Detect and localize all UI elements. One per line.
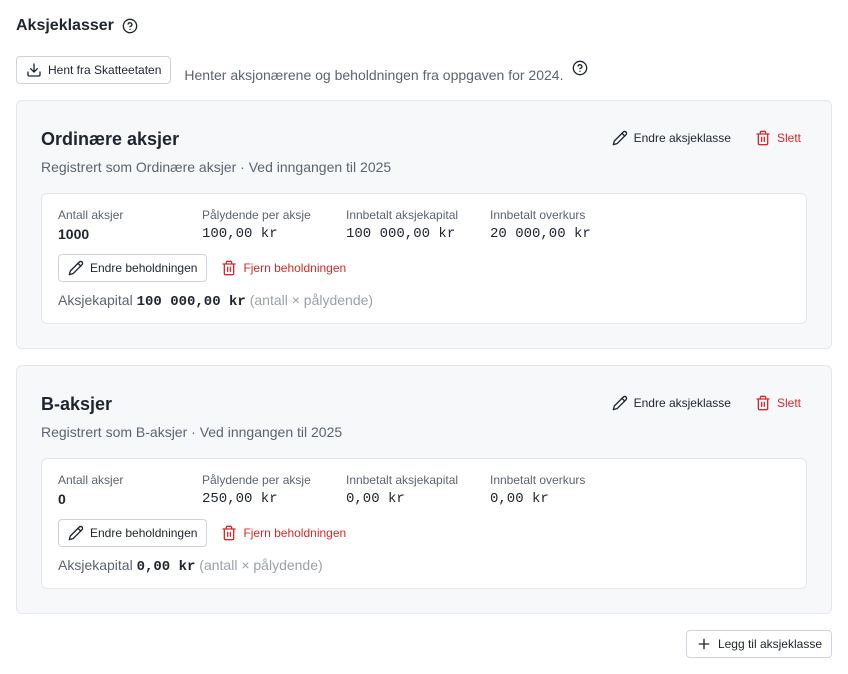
- field-value: 0,00 kr: [346, 491, 405, 507]
- share-class-actions: Endre aksjeklasse Slett: [612, 130, 801, 146]
- delete-share-class-label: Slett: [776, 396, 801, 410]
- help-circle-icon[interactable]: [122, 18, 138, 34]
- delete-share-class-button[interactable]: Slett: [755, 395, 801, 411]
- page-title: Aksjeklasser: [16, 17, 114, 34]
- capital-note: (antall × pålydende): [199, 557, 323, 573]
- plus-icon: [698, 638, 710, 650]
- share-class-card: B-aksjer Endre aksjeklasse Slett Registr…: [16, 365, 832, 614]
- field-par-value: Pålydende per aksje 250,00 kr: [202, 473, 311, 507]
- field-premium: Innbetalt overkurs 0,00 kr: [490, 473, 585, 507]
- add-share-class-button[interactable]: Legg til aksjeklasse: [685, 630, 832, 658]
- field-value: 0,00 kr: [490, 491, 549, 507]
- remove-holding-label: Fjern beholdningen: [243, 526, 347, 540]
- remove-holding-label: Fjern beholdningen: [243, 261, 347, 275]
- field-label: Antall aksjer: [58, 473, 124, 487]
- capital-label: Aksjekapital: [58, 292, 133, 308]
- help-circle-icon[interactable]: [572, 60, 588, 76]
- field-value: 0: [58, 491, 66, 507]
- field-label: Antall aksjer: [58, 208, 124, 222]
- share-class-actions: Endre aksjeklasse Slett: [612, 395, 801, 411]
- holding-panel: Antall aksjer 0 Pålydende per aksje 250,…: [41, 458, 807, 589]
- share-class-subtitle: Registrert som B-aksjer · Ved inngangen …: [41, 424, 343, 440]
- field-share-count: Antall aksjer 1000: [58, 208, 123, 242]
- capital-note: (antall × pålydende): [249, 292, 374, 308]
- edit-share-class-label: Endre aksjeklasse: [633, 396, 731, 410]
- edit-holding-button[interactable]: Endre beholdningen: [58, 254, 208, 282]
- field-paid-capital: Innbetalt aksjekapital 100 000,00 kr: [346, 208, 458, 242]
- delete-share-class-button[interactable]: Slett: [755, 130, 801, 146]
- capital-summary: Aksjekapital 100 000,00 kr (antall × pål…: [58, 292, 373, 310]
- trash-icon: [222, 260, 237, 276]
- share-class-title: Ordinære aksjer: [41, 129, 180, 149]
- edit-holding-label: Endre beholdningen: [90, 261, 198, 275]
- share-class-card: Ordinære aksjer Endre aksjeklasse Slett …: [16, 100, 832, 349]
- capital-value: 100 000,00 kr: [136, 294, 246, 310]
- edit-share-class-button[interactable]: Endre aksjeklasse: [612, 395, 731, 411]
- pencil-icon: [612, 395, 627, 411]
- field-label: Pålydende per aksje: [202, 208, 311, 222]
- fetch-row: Hent fra Skatteetaten Henter aksjonærene…: [16, 56, 588, 84]
- field-label: Innbetalt aksjekapital: [346, 473, 459, 487]
- holding-panel: Antall aksjer 1000 Pålydende per aksje 1…: [41, 193, 807, 324]
- delete-share-class-label: Slett: [776, 131, 801, 145]
- capital-label: Aksjekapital: [58, 557, 133, 573]
- field-par-value: Pålydende per aksje 100,00 kr: [202, 208, 311, 242]
- holding-actions: Endre beholdningen Fjern beholdningen: [58, 519, 346, 547]
- field-value: 100 000,00 kr: [346, 226, 456, 242]
- field-premium: Innbetalt overkurs 20 000,00 kr: [490, 208, 591, 242]
- field-label: Innbetalt overkurs: [490, 473, 586, 487]
- field-label: Innbetalt overkurs: [490, 208, 586, 222]
- pencil-icon: [68, 525, 84, 541]
- field-value: 1000: [58, 226, 90, 242]
- field-share-count: Antall aksjer 0: [58, 473, 123, 507]
- remove-holding-button[interactable]: Fjern beholdningen: [221, 260, 346, 276]
- page-header: Aksjeklasser: [16, 17, 138, 35]
- field-label: Innbetalt aksjekapital: [346, 208, 459, 222]
- fetch-from-skatteetaten-button[interactable]: Hent fra Skatteetaten: [16, 56, 172, 84]
- edit-holding-button[interactable]: Endre beholdningen: [58, 519, 208, 547]
- pencil-icon: [68, 260, 84, 276]
- trash-icon: [222, 525, 237, 541]
- trash-icon: [756, 395, 770, 411]
- capital-summary: Aksjekapital 0,00 kr (antall × pålydende…: [58, 557, 323, 575]
- remove-holding-button[interactable]: Fjern beholdningen: [221, 525, 346, 541]
- add-share-class-label: Legg til aksjeklasse: [717, 637, 822, 651]
- field-paid-capital: Innbetalt aksjekapital 0,00 kr: [346, 473, 458, 507]
- field-label: Pålydende per aksje: [202, 473, 311, 487]
- fetch-button-label: Hent fra Skatteetaten: [48, 63, 162, 77]
- trash-icon: [756, 130, 770, 146]
- field-value: 20 000,00 kr: [490, 226, 591, 242]
- pencil-icon: [612, 130, 627, 146]
- download-icon: [27, 63, 41, 77]
- fetch-description: Henter aksjonærene og beholdningen fra o…: [184, 66, 564, 83]
- edit-share-class-label: Endre aksjeklasse: [633, 131, 731, 145]
- share-class-subtitle: Registrert som Ordinære aksjer · Ved inn…: [41, 159, 392, 175]
- edit-share-class-button[interactable]: Endre aksjeklasse: [612, 130, 731, 146]
- capital-value: 0,00 kr: [136, 559, 196, 575]
- edit-holding-label: Endre beholdningen: [90, 526, 198, 540]
- share-class-title: B-aksjer: [41, 394, 113, 414]
- holding-actions: Endre beholdningen Fjern beholdningen: [58, 254, 346, 282]
- field-value: 100,00 kr: [202, 226, 278, 242]
- field-value: 250,00 kr: [202, 491, 278, 507]
